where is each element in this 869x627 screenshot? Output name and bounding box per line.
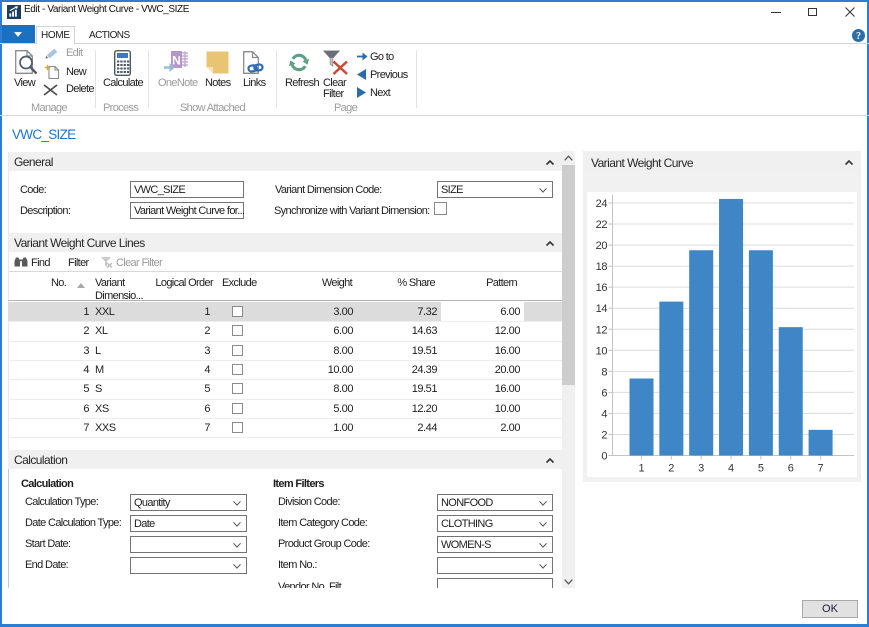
svg-text:?: ? [856, 31, 861, 42]
svg-text:8: 8 [601, 366, 607, 378]
svg-text:18: 18 [596, 261, 608, 273]
svg-text:0: 0 [601, 451, 607, 463]
svg-text:22: 22 [596, 219, 608, 231]
svg-text:14: 14 [596, 303, 608, 315]
svg-text:N: N [172, 54, 181, 68]
svg-text:20: 20 [596, 240, 608, 252]
svg-text:6: 6 [601, 387, 607, 399]
svg-text:3: 3 [698, 463, 704, 475]
svg-text:4: 4 [728, 463, 734, 475]
svg-text:24: 24 [596, 198, 608, 210]
svg-text:1: 1 [638, 463, 644, 475]
svg-text:2: 2 [601, 429, 607, 441]
svg-text:7: 7 [818, 463, 824, 475]
svg-text:10: 10 [596, 345, 608, 357]
svg-text:4: 4 [601, 408, 607, 420]
svg-text:12: 12 [596, 324, 608, 336]
svg-text:5: 5 [758, 463, 764, 475]
svg-text:16: 16 [596, 282, 608, 294]
svg-text:2: 2 [668, 463, 674, 475]
svg-text:6: 6 [788, 463, 794, 475]
